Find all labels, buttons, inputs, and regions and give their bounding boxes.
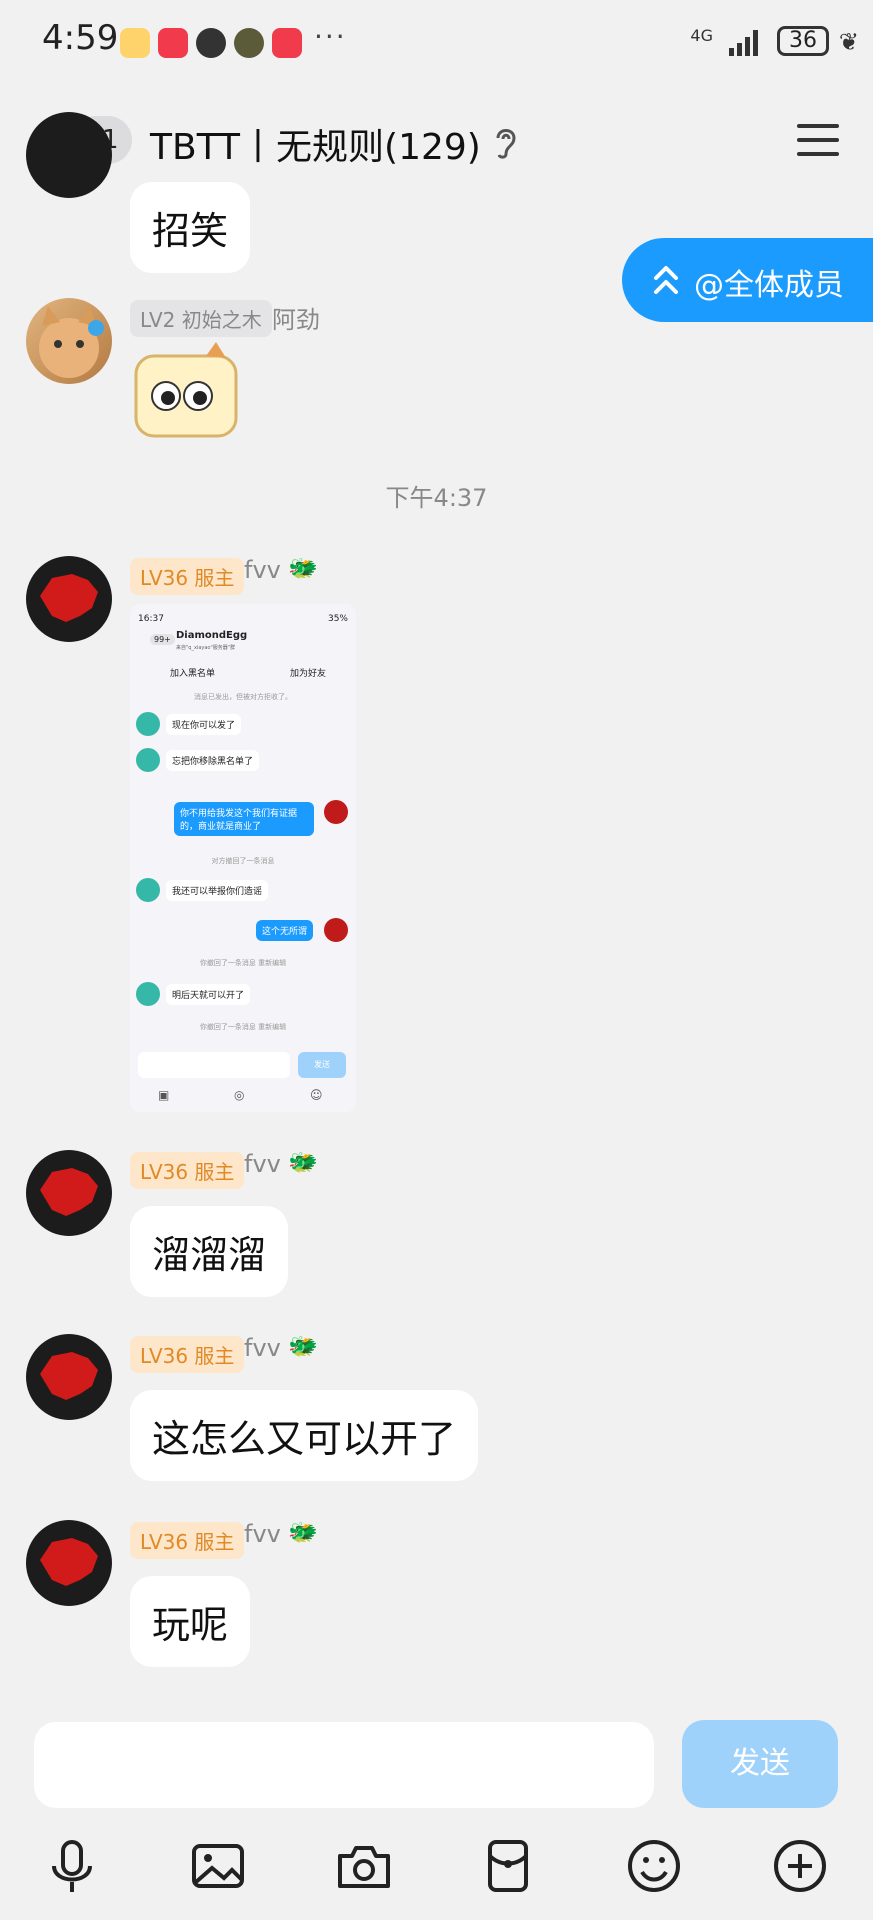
shot-emoji-icon: ☺	[310, 1088, 323, 1102]
emoji-icon[interactable]	[626, 1838, 682, 1894]
more-notifications-icon: ···	[314, 20, 347, 53]
shot-avatar	[136, 748, 160, 772]
shot-sys: 对方撤回了一条消息	[211, 857, 275, 865]
shot-avatar	[136, 712, 160, 736]
signal-icon	[729, 30, 758, 56]
avatar[interactable]	[26, 298, 112, 384]
status-bar: 4:59 ··· 4G 36 ❦	[0, 0, 873, 88]
message-bubble[interactable]: 玩呢	[130, 1576, 251, 1667]
time-separator: 下午4:37	[385, 484, 488, 512]
shot-msg: 我还可以举报你们造谣	[166, 880, 269, 901]
shot-battery: 35%	[327, 614, 348, 624]
ear-icon[interactable]	[490, 124, 520, 160]
shot-avatar	[324, 800, 348, 824]
level-tag: LV36 服主	[130, 1152, 245, 1189]
level-tag: LV2 初始之木	[130, 300, 272, 337]
chat-title[interactable]: TBTT丨无规则(129)	[150, 118, 481, 170]
send-button[interactable]: 发送	[682, 1720, 838, 1808]
message-bubble[interactable]: 招笑	[130, 182, 251, 273]
avatar[interactable]	[26, 1150, 112, 1236]
power-saving-icon: ❦	[838, 28, 859, 56]
camera-icon[interactable]	[336, 1838, 392, 1894]
sender-name[interactable]: fvv	[244, 1334, 281, 1362]
level-tag: LV36 服主	[130, 1336, 245, 1373]
avatar[interactable]	[26, 1520, 112, 1606]
sender-name[interactable]: fvv	[244, 1520, 281, 1548]
level-tag: LV36 服主	[130, 1522, 245, 1559]
shot-avatar	[136, 982, 160, 1006]
shot-msg: 明后天就可以开了	[166, 984, 251, 1005]
cat-avatar-icon	[39, 306, 104, 378]
shot-image-icon: ▣	[158, 1088, 170, 1102]
level-tag: LV36 服主	[130, 558, 245, 595]
image-message[interactable]: 16:37 35% 99+ DiamondEgg 来自"q_xiayao"服务器…	[130, 604, 356, 1112]
mention-all-label: @全体成员	[694, 268, 844, 303]
china-map-icon	[40, 1538, 98, 1586]
shot-subtitle: 来自"q_xiayao"服务器"群	[176, 645, 236, 651]
avatar[interactable]	[26, 556, 112, 642]
red-packet-icon[interactable]	[480, 1838, 536, 1894]
message-bubble[interactable]: 溜溜溜	[130, 1206, 289, 1297]
sender-name[interactable]: fvv	[244, 556, 281, 584]
battery-indicator: 36	[777, 26, 829, 56]
dragon-badge-icon: 🐲	[288, 1518, 318, 1546]
app-avatar-icon	[196, 28, 226, 58]
mention-all-button[interactable]: @全体成员	[622, 238, 873, 322]
microphone-icon[interactable]	[44, 1838, 100, 1894]
shot-sys: 你撤回了一条消息 重新编辑	[199, 959, 287, 967]
shot-input	[138, 1052, 290, 1078]
shot-avatar	[136, 878, 160, 902]
shot-add-friend: 加为好友	[290, 669, 327, 679]
shot-msg: 忘把你移除黑名单了	[166, 750, 260, 771]
shot-badge: 99+	[150, 634, 175, 645]
xiaohongshu-icon	[158, 28, 188, 58]
china-map-icon	[40, 1168, 98, 1216]
double-chevron-up-icon	[654, 266, 678, 294]
input-bar: 发送	[0, 1700, 873, 1920]
app-notification-icon	[120, 28, 150, 58]
shot-blacklist: 加入黑名单	[170, 669, 216, 679]
xiaohongshu-icon-2	[272, 28, 302, 58]
status-time: 4:59	[42, 18, 119, 58]
message-bubble[interactable]: 这怎么又可以开了	[130, 1390, 479, 1481]
app-avatar-icon-2	[234, 28, 264, 58]
plus-icon[interactable]	[772, 1838, 828, 1894]
image-icon[interactable]	[190, 1838, 246, 1894]
sender-name[interactable]: fvv	[244, 1150, 281, 1178]
shot-avatar	[324, 918, 348, 942]
chat-header: 11 TBTT丨无规则(129)	[0, 88, 873, 198]
cat-sticker-icon[interactable]	[126, 342, 246, 442]
avatar[interactable]	[26, 112, 112, 198]
avatar[interactable]	[26, 1334, 112, 1420]
shot-msg: 你不用给我发这个我们有证据的，商业就是商业了	[174, 802, 314, 836]
china-map-icon	[40, 574, 98, 622]
menu-icon[interactable]	[797, 122, 839, 158]
shot-msg: 现在你可以发了	[166, 714, 242, 735]
china-map-icon	[40, 1352, 98, 1400]
dragon-badge-icon: 🐲	[288, 1148, 318, 1176]
shot-camera-icon: ◎	[234, 1088, 245, 1102]
shot-send: 发送	[298, 1052, 346, 1078]
shot-sys: 你撤回了一条消息 重新编辑	[199, 1023, 287, 1031]
shot-title: DiamondEgg	[176, 630, 248, 641]
shot-sys: 消息已发出，但被对方拒收了。	[194, 693, 292, 701]
sender-name[interactable]: 阿劲	[272, 300, 320, 335]
dragon-badge-icon: 🐲	[288, 1332, 318, 1360]
shot-msg: 这个无所谓	[256, 920, 314, 941]
dragon-badge-icon: 🐲	[288, 554, 318, 582]
message-input[interactable]	[34, 1722, 654, 1808]
shot-time: 16:37	[138, 614, 164, 624]
network-type: 4G	[690, 26, 713, 45]
